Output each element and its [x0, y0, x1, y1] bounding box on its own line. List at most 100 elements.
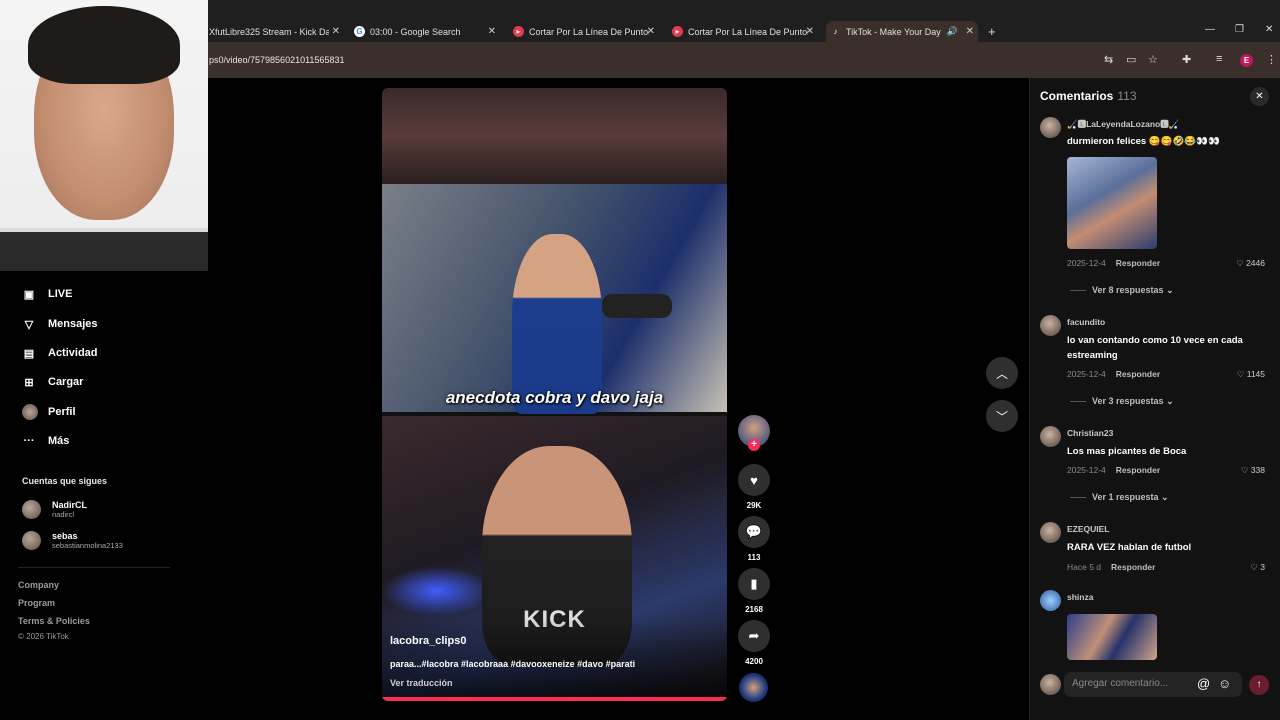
next-video-button[interactable]: ﹀ [986, 400, 1018, 432]
profile-avatar [22, 404, 38, 420]
messages-icon: ▽ [24, 318, 34, 331]
sidebar-item-label: LIVE [48, 288, 73, 300]
browser-tab[interactable]: ▸ Cortar Por La Línea De Puntos ✕ [513, 21, 659, 42]
tab-close-icon[interactable]: ✕ [647, 26, 655, 37]
sidebar-item-messages[interactable]: ▽ Mensajes [22, 317, 98, 331]
sidebar-divider [18, 567, 170, 568]
avatar[interactable] [1040, 522, 1061, 543]
sidebar-item-profile[interactable]: Perfil [22, 404, 76, 420]
comment-username[interactable]: 🏑🅻LaLeyendaLozano🅻🏑 [1067, 118, 1179, 130]
sidebar-item-live[interactable]: ▣ LIVE [22, 287, 73, 301]
avatar[interactable] [1040, 590, 1061, 611]
tab-close-icon[interactable]: ✕ [966, 26, 974, 37]
reply-button[interactable]: Responder [1116, 369, 1160, 379]
mention-icon[interactable]: @ [1197, 676, 1210, 691]
tab-close-icon[interactable]: ✕ [806, 26, 814, 37]
audio-icon[interactable]: 🔊 [947, 26, 958, 37]
avatar[interactable] [1040, 117, 1061, 138]
comment-like-count: 1145 [1246, 369, 1265, 379]
previous-video-button[interactable]: ︿ [986, 357, 1018, 389]
footer-link-company[interactable]: Company [18, 580, 59, 590]
like-count: 29K [746, 501, 762, 510]
url-field[interactable]: ps0/video/7579856021011565831 [209, 55, 344, 65]
video-microphone [602, 294, 672, 318]
comment-date: 2025-12-4 [1067, 369, 1106, 379]
avatar [22, 500, 41, 519]
comment-username[interactable]: EZEQUIEL [1067, 524, 1110, 534]
browser-tab[interactable]: G 03:00 - Google Search ✕ [354, 21, 500, 42]
comment-like-button[interactable]: ♡ 3 [1220, 562, 1265, 573]
share-button[interactable]: ➦ [738, 620, 770, 652]
browser-profile-avatar[interactable]: E [1240, 54, 1253, 67]
screen: XfutLibre325 Stream - Kick Dash ✕ G 03:0… [0, 0, 1280, 720]
reply-button[interactable]: Responder [1111, 562, 1155, 572]
tab-title: TikTok - Make Your Day [846, 26, 941, 37]
avatar[interactable] [1040, 426, 1061, 447]
bookmark-star-icon[interactable]: ☆ [1148, 53, 1158, 66]
video-author[interactable]: lacobra_clips0 [390, 635, 466, 647]
comment-like-button[interactable]: ♡ 338 [1220, 465, 1265, 476]
extensions-icon[interactable]: ✚ [1182, 53, 1191, 66]
comment-username[interactable]: facundito [1067, 317, 1105, 327]
browser-tab-active[interactable]: ♪ TikTok - Make Your Day 🔊 ✕ [826, 21, 978, 42]
comment-text: lo van contando como 10 vece en cada est… [1067, 335, 1243, 361]
comment-button[interactable]: 💬 [738, 516, 770, 548]
view-replies-label: Ver 1 respuesta [1092, 492, 1159, 502]
browser-tab[interactable]: ▸ Cortar Por La Línea De Puntos ✕ [672, 21, 818, 42]
comment-meta: Hace 5 d Responder [1067, 562, 1155, 572]
browser-tab[interactable]: XfutLibre325 Stream - Kick Dash ✕ [209, 21, 344, 42]
comment-like-button[interactable]: ♡ 1145 [1220, 369, 1265, 380]
save-button[interactable]: ▮ [738, 568, 770, 600]
share-count: 4200 [745, 657, 763, 666]
view-replies-button[interactable]: Ver 3 respuestas ⌄ [1070, 396, 1174, 407]
following-account[interactable]: NadirCL nadircl [22, 500, 87, 519]
sidebar-item-activity[interactable]: ▤ Actividad [22, 346, 98, 360]
account-name: sebas [52, 531, 78, 541]
translate-icon[interactable]: ⇆ [1104, 53, 1113, 66]
footer-link-terms[interactable]: Terms & Policies [18, 616, 90, 626]
view-replies-button[interactable]: Ver 1 respuesta ⌄ [1070, 492, 1169, 503]
video-caption-overlay: anecdota cobra y davo jaja [445, 388, 664, 407]
comment-like-button[interactable]: ♡ 2446 [1220, 258, 1265, 269]
following-account[interactable]: sebas sebastianmolina2133 [22, 531, 123, 550]
bookmark-icon: ▮ [750, 576, 758, 591]
cast-icon[interactable]: ▭ [1126, 53, 1136, 66]
streamer-hair [28, 6, 180, 84]
comment-image[interactable] [1067, 157, 1157, 249]
webcam-overlay [0, 0, 208, 271]
reply-button[interactable]: Responder [1116, 258, 1160, 268]
translate-link[interactable]: Ver traducción [390, 678, 453, 688]
comment-image[interactable] [1067, 614, 1157, 660]
footer-link-program[interactable]: Program [18, 598, 55, 608]
browser-menu-icon[interactable]: ⋮ [1266, 53, 1277, 66]
new-tab-button[interactable]: + [988, 24, 996, 39]
view-replies-label: Ver 8 respuestas [1092, 285, 1164, 295]
tab-close-icon[interactable]: ✕ [332, 26, 340, 37]
send-comment-button[interactable]: ↑ [1249, 675, 1269, 695]
comment-username[interactable]: Christian23 [1067, 428, 1113, 438]
reply-button[interactable]: Responder [1116, 465, 1160, 475]
tab-title: Cortar Por La Línea De Puntos [529, 26, 649, 37]
music-disc-icon[interactable] [739, 673, 768, 702]
comment-text: durmieron felices 😋😋🤣😂👀👀 [1067, 136, 1220, 147]
minimize-icon[interactable]: — [1205, 24, 1215, 35]
sidebar-item-more[interactable]: ··· Más [22, 434, 70, 448]
view-replies-button[interactable]: Ver 8 respuestas ⌄ [1070, 285, 1174, 296]
video-player[interactable]: anecdota cobra y davo jaja KICK lacobra_… [382, 88, 727, 701]
comment-username[interactable]: shinza [1067, 592, 1093, 602]
tab-close-icon[interactable]: ✕ [488, 26, 496, 37]
close-comments-icon[interactable]: ✕ [1250, 87, 1269, 106]
comment-meta: 2025-12-4 Responder [1067, 369, 1160, 379]
sidebar-item-label: Cargar [48, 376, 84, 388]
follow-plus-icon[interactable]: + [748, 439, 760, 451]
reading-list-icon[interactable]: ≡ [1216, 53, 1222, 65]
like-button[interactable]: ♥ [738, 464, 770, 496]
video-progress-bar[interactable] [382, 697, 727, 701]
restore-icon[interactable]: ❐ [1235, 24, 1244, 35]
avatar[interactable] [1040, 315, 1061, 336]
comment-meta: 2025-12-4 Responder [1067, 258, 1160, 268]
sidebar-item-upload[interactable]: ⊞ Cargar [22, 375, 83, 389]
streamer-shirt [0, 228, 208, 271]
emoji-icon[interactable]: ☺ [1218, 676, 1231, 691]
close-window-icon[interactable]: ✕ [1265, 24, 1273, 35]
